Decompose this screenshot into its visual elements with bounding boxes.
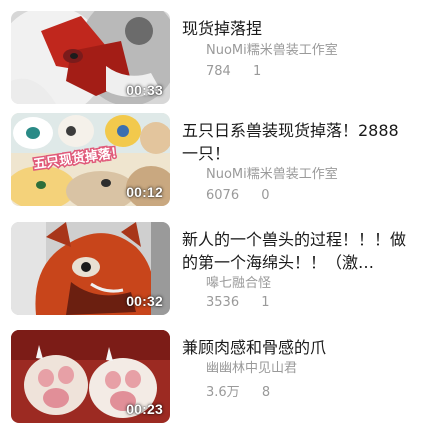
comment-count: 8 [261,385,271,400]
video-card[interactable]: 00:23 兼顾肉感和骨感的爪 幽幽林中见山君 3.6万 8 [0,330,434,426]
video-duration: 00:33 [126,82,163,98]
video-title[interactable]: 五只日系兽装现货掉落！2888一只！ [182,119,412,165]
video-duration: 00:32 [126,293,163,309]
view-count: 6076 [206,188,240,203]
video-stats: 3.6万 8 [206,381,270,400]
video-stats: 784 1 [206,64,261,79]
video-card[interactable]: 00:33 现货掉落捏 NuoMi糯米兽装工作室 784 1 [0,11,434,107]
view-count: 3536 [206,295,240,310]
comment-count: 1 [261,295,270,310]
video-thumbnail[interactable]: 00:32 [11,222,170,315]
video-duration: 00:12 [126,184,163,200]
video-title[interactable]: 兼顾肉感和骨感的爪 [182,336,412,359]
video-list: 00:33 现货掉落捏 NuoMi糯米兽装工作室 784 1 五只现货掉落！ 0… [0,0,434,430]
video-thumbnail[interactable]: 00:33 [11,11,170,104]
video-author[interactable]: 嗥七融合怪 [206,272,271,291]
video-author[interactable]: 幽幽林中见山君 [206,357,297,376]
video-stats: 3536 1 [206,295,270,310]
comment-count: 1 [252,64,262,79]
video-card[interactable]: 00:32 新人的一个兽头的过程！！！做的第一个海绵头！！（激… 嗥七融合怪 3… [0,222,434,318]
comment-count: 0 [261,188,270,203]
video-stats: 6076 0 [206,188,270,203]
video-thumbnail[interactable]: 00:23 [11,330,170,423]
video-duration: 00:23 [126,401,163,417]
video-title[interactable]: 新人的一个兽头的过程！！！做的第一个海绵头！！（激… [182,228,412,274]
video-thumbnail[interactable]: 五只现货掉落！ 00:12 [11,113,170,206]
video-author[interactable]: NuoMi糯米兽装工作室 [206,163,338,182]
view-count: 784 [206,64,231,79]
view-count: 3.6万 [206,385,240,400]
video-author[interactable]: NuoMi糯米兽装工作室 [206,39,338,58]
video-title[interactable]: 现货掉落捏 [182,17,412,40]
video-card[interactable]: 五只现货掉落！ 00:12 五只日系兽装现货掉落！2888一只！ NuoMi糯米… [0,113,434,209]
